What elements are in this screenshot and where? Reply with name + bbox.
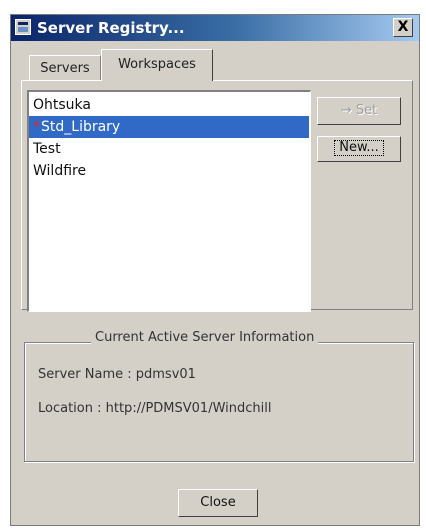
active-marker-icon: *	[33, 119, 40, 135]
list-item[interactable]: Test	[29, 138, 309, 160]
workspace-list[interactable]: Ohtsuka *Std_Library Test Wildfire	[27, 90, 311, 312]
close-icon[interactable]: X	[393, 18, 413, 37]
list-item-label: Wildfire	[33, 163, 87, 179]
window-title: Server Registry...	[37, 19, 185, 37]
new-button-label: New...	[334, 140, 384, 156]
set-button-label: Set	[355, 103, 378, 118]
new-button[interactable]: New...	[317, 136, 401, 162]
server-location-text: Location : http://PDMSV01/Windchill	[38, 401, 272, 416]
server-name-text: Server Name : pdmsv01	[38, 367, 196, 382]
close-button-label: Close	[200, 495, 236, 510]
tab-workspaces[interactable]: Workspaces	[101, 49, 213, 81]
list-item-selected[interactable]: *Std_Library	[29, 116, 309, 138]
server-registry-dialog: Server Registry... X Servers Workspaces …	[10, 14, 420, 526]
server-info-group-title: Current Active Server Information	[91, 330, 319, 345]
list-item-label: Ohtsuka	[33, 97, 91, 113]
list-item-label: Std_Library	[41, 119, 121, 135]
close-button[interactable]: Close	[178, 489, 258, 517]
list-item-label: Test	[33, 141, 61, 157]
title-bar[interactable]: Server Registry... X	[11, 15, 419, 41]
set-button[interactable]: → Set	[317, 97, 401, 125]
list-item[interactable]: Ohtsuka	[29, 94, 309, 116]
tab-servers[interactable]: Servers	[29, 55, 101, 81]
window-icon	[15, 19, 31, 35]
list-item[interactable]: Wildfire	[29, 160, 309, 182]
arrow-right-icon: →	[340, 103, 352, 118]
